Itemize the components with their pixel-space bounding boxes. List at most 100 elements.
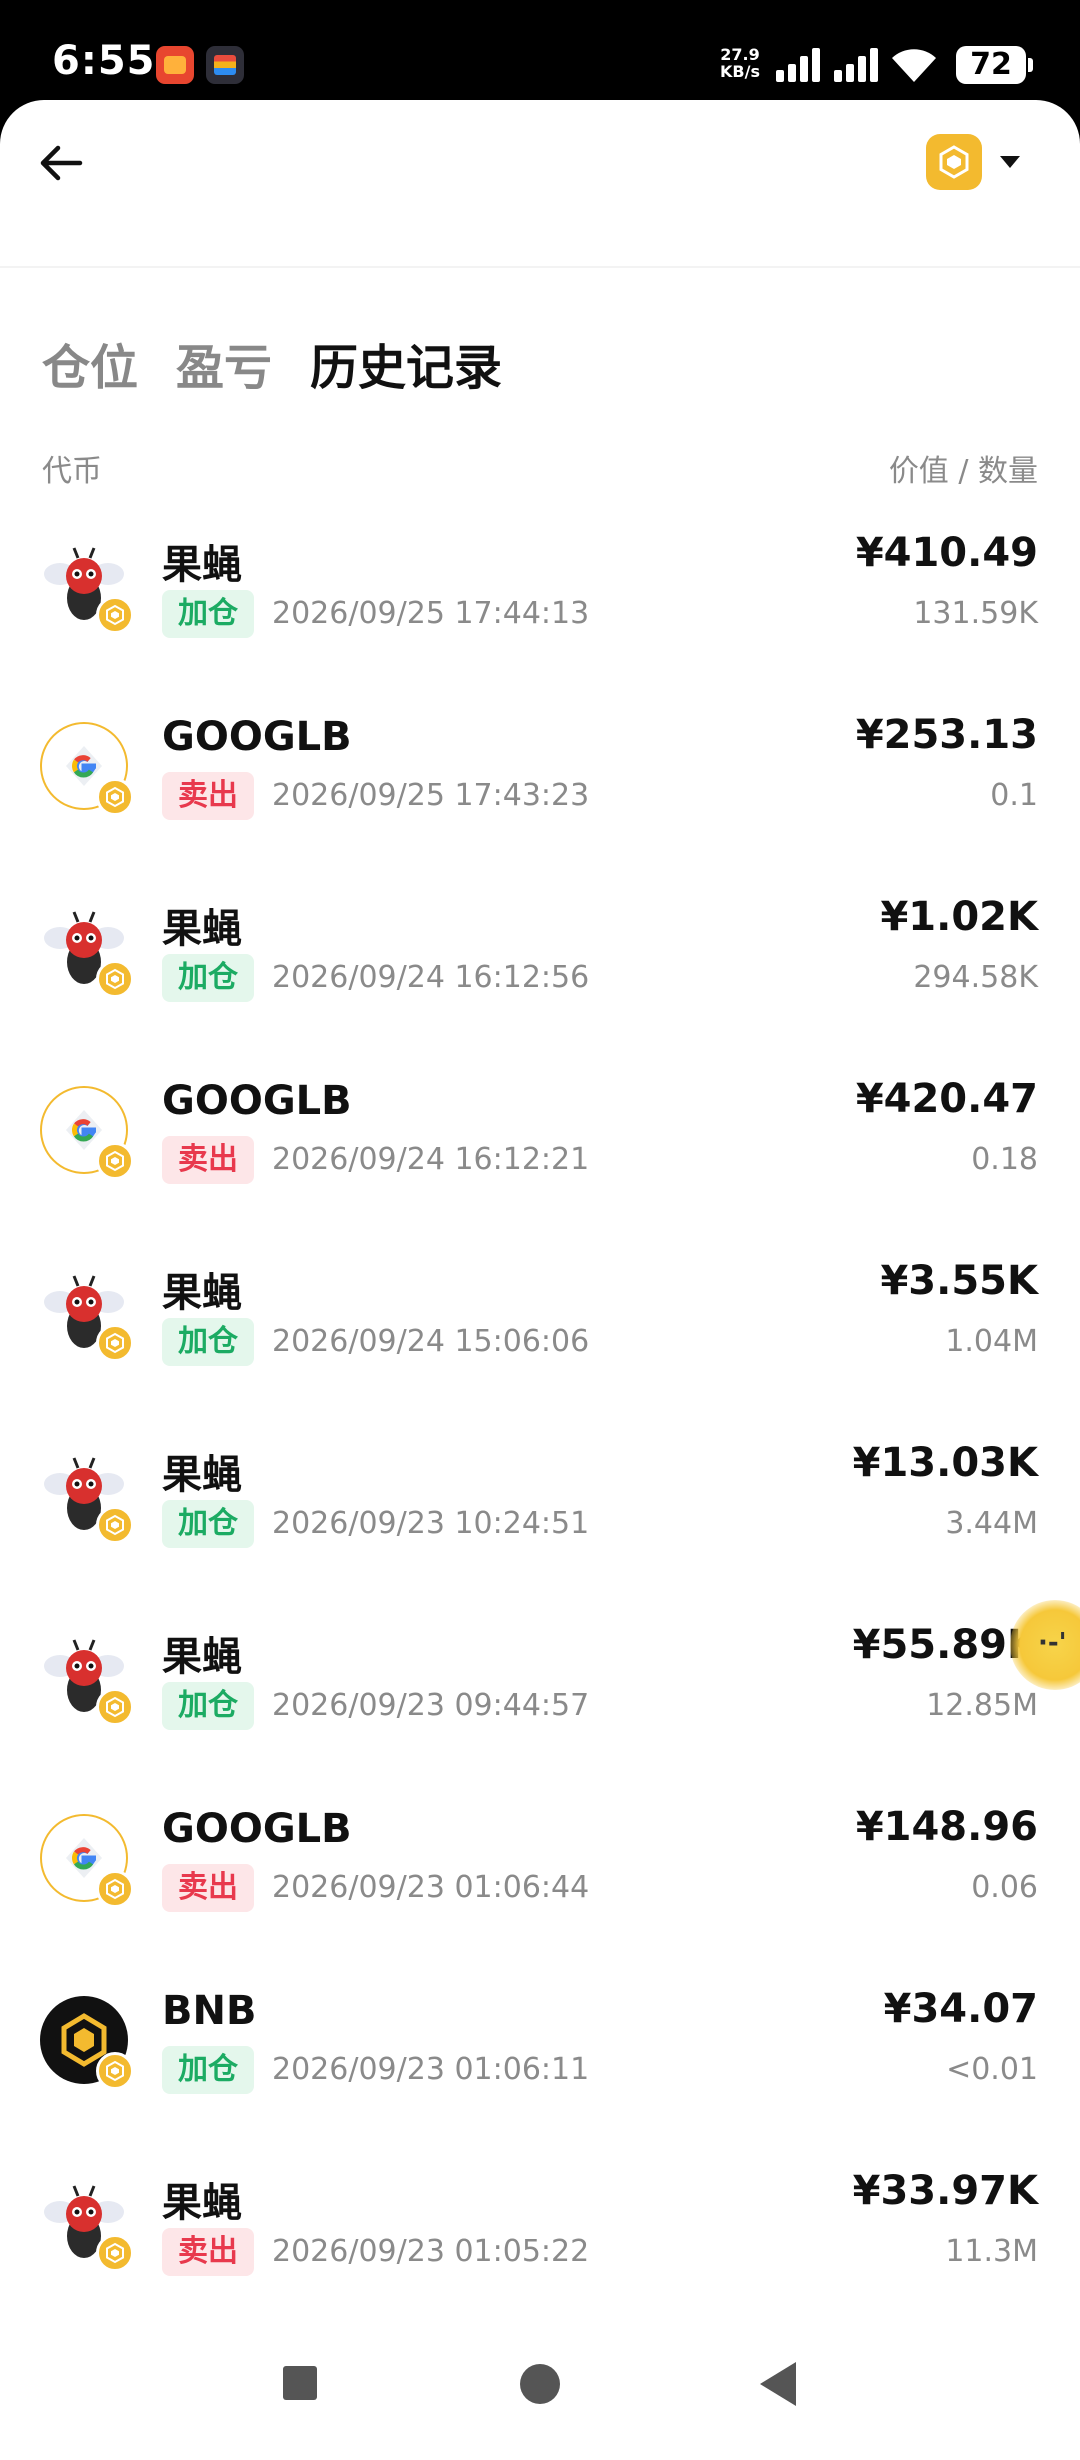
bnb-chain-badge-icon <box>96 960 134 998</box>
tab-positions[interactable]: 仓位 <box>42 328 138 398</box>
action-tag: 加仓 <box>162 1318 254 1366</box>
system-nav-bar <box>0 2330 1080 2460</box>
trade-quantity: 131.59K <box>913 596 1038 631</box>
token-avatar <box>40 722 134 816</box>
history-row[interactable]: 果蝇 卖出 2026/09/23 01:05:22 ¥33.97K 11.3M <box>0 2158 1080 2340</box>
action-tag: 卖出 <box>162 1136 254 1184</box>
action-tag: 卖出 <box>162 2228 254 2276</box>
wifi-icon <box>892 49 936 82</box>
token-avatar <box>40 1996 134 2090</box>
token-name: 果蝇 <box>162 542 242 588</box>
token-avatar <box>40 1086 134 1180</box>
bnb-chain-badge-icon <box>96 2234 134 2272</box>
tab-pnl[interactable]: 盈亏 <box>176 328 272 398</box>
bnb-chain-badge-icon <box>96 1506 134 1544</box>
token-name: 果蝇 <box>162 1270 242 1316</box>
trade-time: 2026/09/24 16:12:21 <box>272 1142 590 1177</box>
trade-quantity: 3.44M <box>945 1506 1038 1541</box>
back-nav-button[interactable] <box>760 2362 796 2406</box>
signal-icon-2 <box>834 48 878 82</box>
trade-value: ¥1.02K <box>880 894 1038 940</box>
notification-app-icon <box>156 46 194 84</box>
battery-icon: 72 <box>956 46 1033 84</box>
action-tag: 加仓 <box>162 1500 254 1548</box>
home-button[interactable] <box>520 2364 560 2404</box>
trade-time: 2026/09/24 16:12:56 <box>272 960 590 995</box>
tab-history[interactable]: 历史记录 <box>310 328 502 398</box>
network-speed-unit: KB/s <box>720 62 760 81</box>
history-row[interactable]: GOOGLB 卖出 2026/09/24 16:12:21 ¥420.47 0.18 <box>0 1066 1080 1248</box>
trade-quantity: 0.1 <box>990 778 1038 813</box>
token-avatar <box>40 1268 134 1362</box>
bnb-chain-badge-icon <box>96 778 134 816</box>
token-name: GOOGLB <box>162 714 352 760</box>
status-bar: 6:55 27.9 KB/s 72 <box>0 0 1080 100</box>
status-time: 6:55 <box>52 38 156 84</box>
token-name: 果蝇 <box>162 906 242 952</box>
trade-time: 2026/09/23 09:44:57 <box>272 1688 590 1723</box>
tab-bar: 仓位 盈亏 历史记录 <box>42 328 502 398</box>
token-avatar <box>40 1450 134 1544</box>
column-header-value-qty: 价值 / 数量 <box>888 454 1038 489</box>
token-avatar <box>40 540 134 634</box>
trade-time: 2026/09/23 01:05:22 <box>272 2234 590 2269</box>
bnb-chain-badge-icon <box>96 1324 134 1362</box>
bnb-chain-badge-icon <box>96 1142 134 1180</box>
bnb-chain-badge-icon <box>96 1870 134 1908</box>
history-row[interactable]: GOOGLB 卖出 2026/09/23 01:06:44 ¥148.96 0.06 <box>0 1794 1080 1976</box>
trade-history-sheet: 仓位 盈亏 历史记录 代币 价值 / 数量 果蝇 加仓 2026/09/25 17:… <box>0 100 1080 2460</box>
trade-time: 2026/09/25 17:44:13 <box>272 596 590 631</box>
trade-time: 2026/09/23 01:06:44 <box>272 1870 590 1905</box>
action-tag: 加仓 <box>162 954 254 1002</box>
network-speed: 27.9 KB/s <box>720 46 760 80</box>
history-row[interactable]: BNB 加仓 2026/09/23 01:06:11 ¥34.07 <0.01 <box>0 1976 1080 2158</box>
trade-quantity: 294.58K <box>913 960 1038 995</box>
trade-value: ¥253.13 <box>855 712 1038 758</box>
trade-time: 2026/09/23 10:24:51 <box>272 1506 590 1541</box>
arrow-left-icon[interactable] <box>36 138 86 188</box>
trade-value: ¥420.47 <box>855 1076 1038 1122</box>
token-name: 果蝇 <box>162 1452 242 1498</box>
history-list: 果蝇 加仓 2026/09/25 17:44:13 ¥410.49 131.59K GOO… <box>0 520 1080 2340</box>
token-name: GOOGLB <box>162 1078 352 1124</box>
trade-value: ¥148.96 <box>855 1804 1038 1850</box>
trade-value: ¥410.49 <box>855 530 1038 576</box>
recent-apps-button[interactable] <box>283 2366 317 2400</box>
bnb-chain-badge-icon <box>96 2052 134 2090</box>
token-avatar <box>40 1814 134 1908</box>
bnb-chain-icon <box>926 134 982 190</box>
trade-quantity: 0.06 <box>971 1870 1038 1905</box>
trade-value: ¥13.03K <box>852 1440 1038 1486</box>
token-name: GOOGLB <box>162 1806 352 1852</box>
chevron-down-icon <box>1000 156 1020 168</box>
action-tag: 加仓 <box>162 1682 254 1730</box>
token-name: 果蝇 <box>162 1634 242 1680</box>
action-tag: 加仓 <box>162 2046 254 2094</box>
history-row[interactable]: GOOGLB 卖出 2026/09/25 17:43:23 ¥253.13 0.1 <box>0 702 1080 884</box>
history-row[interactable]: 果蝇 加仓 2026/09/24 16:12:56 ¥1.02K 294.58K <box>0 884 1080 1066</box>
network-speed-value: 27.9 <box>720 45 760 64</box>
history-row[interactable]: 果蝇 加仓 2026/09/24 15:06:06 ¥3.55K 1.04M <box>0 1248 1080 1430</box>
trade-quantity: 11.3M <box>945 2234 1038 2269</box>
trade-time: 2026/09/23 01:06:11 <box>272 2052 590 2087</box>
trade-time: 2026/09/25 17:43:23 <box>272 778 590 813</box>
trade-quantity: 1.04M <box>945 1324 1038 1359</box>
history-row[interactable]: 果蝇 加仓 2026/09/25 17:44:13 ¥410.49 131.59K <box>0 520 1080 702</box>
trade-time: 2026/09/24 15:06:06 <box>272 1324 590 1359</box>
trade-value: ¥34.07 <box>883 1986 1038 2032</box>
bnb-chain-badge-icon <box>96 1688 134 1726</box>
token-avatar <box>40 2178 134 2272</box>
history-row[interactable]: 果蝇 加仓 2026/09/23 09:44:57 ¥55.89K 12.85M <box>0 1612 1080 1794</box>
action-tag: 卖出 <box>162 772 254 820</box>
trade-quantity: <0.01 <box>946 2052 1038 2087</box>
token-avatar <box>40 904 134 998</box>
network-selector[interactable] <box>926 130 1036 194</box>
signal-icon <box>776 48 820 82</box>
trade-quantity: 0.18 <box>971 1142 1038 1177</box>
trade-value: ¥3.55K <box>880 1258 1038 1304</box>
history-row[interactable]: 果蝇 加仓 2026/09/23 10:24:51 ¥13.03K 3.44M <box>0 1430 1080 1612</box>
token-name: BNB <box>162 1988 257 2034</box>
trade-value: ¥33.97K <box>852 2168 1038 2214</box>
column-header-token: 代币 <box>42 454 102 489</box>
token-avatar <box>40 1632 134 1726</box>
